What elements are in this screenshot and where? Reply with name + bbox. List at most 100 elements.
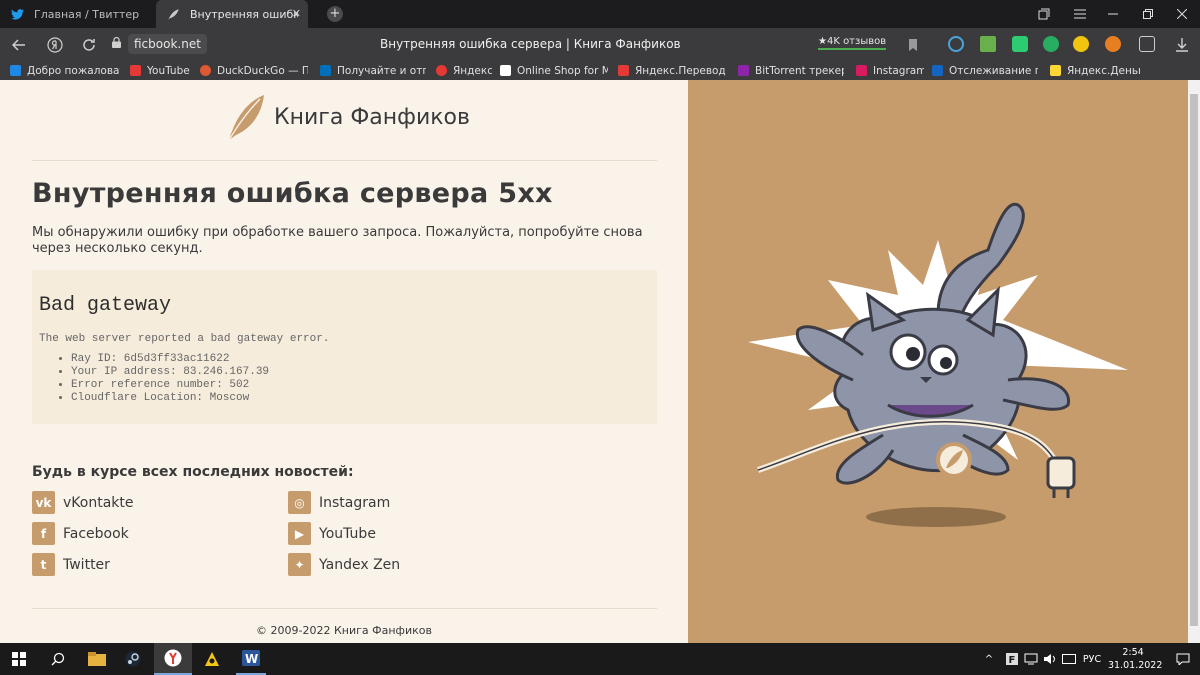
close-tab-icon[interactable]: ✕ [292,7,301,20]
logo-text: Книга Фанфиков [274,104,470,130]
sidebar-icon[interactable] [1139,36,1155,52]
tab-bar: Главная / Твиттер Внутренняя ошибка се ✕… [0,0,1200,28]
content-column: Книга Фанфиков Внутренняя ошибка сервера… [0,80,688,643]
system-clock[interactable]: 2:54 31.01.2022 [1108,646,1163,672]
bookmark-icon[interactable] [905,28,921,61]
tab-label: Главная / Твиттер [34,7,140,21]
yandex-money-icon [1050,65,1061,76]
bookmark-item[interactable]: Instagram [856,63,924,78]
bookmark-item[interactable]: DuckDuckGo — Пр [200,63,308,78]
error-reference: Error reference number: 502 [71,379,269,392]
bookmark-item[interactable]: BitTorrent трекер I [738,63,844,78]
language-indicator[interactable]: РУС [1080,643,1104,675]
yellow-extension-icon[interactable] [1073,36,1089,52]
clock-date: 31.01.2022 [1108,660,1163,671]
notifications-icon[interactable] [1172,643,1194,675]
tab-label: Внутренняя ошибка се [190,7,298,21]
twitter-icon: t [32,553,55,576]
bookmark-item[interactable]: Добро пожаловат [10,63,120,78]
youtube-icon: ▶ [288,522,311,545]
social-link-twitter[interactable]: t Twitter [32,553,110,576]
tray-app-icon[interactable]: F [1004,643,1020,675]
extension-icon[interactable] [948,36,964,52]
error-details: Ray ID: 6d5d3ff33ac11622 Your IP address… [71,353,269,405]
news-heading: Будь в курсе всех последних новостей: [32,464,354,480]
avatar-extension-icon[interactable] [1105,36,1121,52]
error-message: The web server reported a bad gateway er… [39,333,330,345]
back-icon[interactable] [8,28,30,61]
network-icon[interactable] [1023,643,1039,675]
feather-icon [166,7,180,21]
cloudflare-location: Cloudflare Location: Moscow [71,392,269,405]
navigation-bar: ficbook.net Внутренняя ошибка сервера | … [0,28,1200,61]
windows-start-icon[interactable] [8,643,30,675]
page-content: Книга Фанфиков Внутренняя ошибка сервера… [0,80,1188,643]
close-window-icon[interactable] [1172,0,1192,28]
duckduckgo-icon [200,65,211,76]
tracking-icon [932,65,943,76]
instagram-icon: ◎ [288,491,311,514]
new-tab-button[interactable]: + [327,6,343,22]
social-link-youtube[interactable]: ▶ YouTube [288,522,376,545]
social-link-zen[interactable]: ✦ Yandex Zen [288,553,400,576]
vk-icon: vk [32,491,55,514]
social-link-instagram[interactable]: ◎ Instagram [288,491,390,514]
lock-icon [112,37,121,48]
tab-twitter[interactable]: Главная / Твиттер [0,0,155,28]
tray-chevron-icon[interactable]: ^ [982,643,996,675]
bittorrent-icon [738,65,749,76]
footer-divider [32,608,657,609]
ip-address: Your IP address: 83.246.167.39 [71,366,269,379]
svg-text:W: W [245,652,258,666]
ray-id: Ray ID: 6d5d3ff33ac11622 [71,353,269,366]
keyboard-icon[interactable] [1061,643,1077,675]
file-explorer-icon[interactable] [86,643,108,675]
bookmark-item[interactable]: YouTube [130,63,192,78]
volume-icon[interactable] [1042,643,1058,675]
translate-icon [618,65,629,76]
yandex-browser-icon[interactable] [154,643,192,675]
bookmark-item[interactable]: Получайте и отпр [320,63,426,78]
social-link-vk[interactable]: vk vKontakte [32,491,134,514]
illustration-panel [688,80,1188,643]
scrollbar[interactable] [1188,80,1200,643]
download-extension-icon[interactable] [980,36,996,52]
tab-manager-icon[interactable] [1034,0,1054,28]
scrollbar-thumb[interactable] [1190,94,1198,626]
paypal-icon [320,65,331,76]
yandex-logo-icon[interactable] [44,28,66,61]
site-logo[interactable]: Книга Фанфиков [226,93,470,141]
restore-icon[interactable] [1138,0,1158,28]
reload-icon[interactable] [78,28,100,61]
bookmark-item[interactable]: Яндекс [436,63,492,78]
angry-cat-illustration [748,202,1128,527]
bookmark-favicon [10,65,21,76]
app-icon[interactable] [201,643,223,675]
address-bar[interactable]: ficbook.net [128,34,207,54]
shield-extension-icon[interactable] [1012,36,1028,52]
windows-taskbar: W ^ F РУС 2:54 31.01.2022 [0,643,1200,675]
search-icon[interactable] [47,643,69,675]
clock-time: 2:54 [1122,647,1144,658]
shop-icon [500,65,511,76]
svg-text:F: F [1009,655,1016,665]
steam-icon[interactable] [122,643,144,675]
twitter-icon [10,7,24,21]
tab-ficbook[interactable]: Внутренняя ошибка се ✕ [156,0,308,28]
menu-icon[interactable] [1070,0,1090,28]
word-icon[interactable]: W [236,643,266,675]
downloads-icon[interactable] [1172,28,1192,61]
minimize-icon[interactable] [1103,0,1123,28]
green-extension-icon[interactable] [1043,36,1059,52]
bookmark-item[interactable]: Яндекс.Деньги [1050,63,1140,78]
bookmark-item[interactable]: Яндекс.Переводч [618,63,726,78]
bookmark-item[interactable]: Отслеживание по [932,63,1038,78]
reviews-badge[interactable]: ★4K отзывов [818,36,887,50]
page-title-display: Внутренняя ошибка сервера | Книга Фанфик… [380,37,681,51]
error-title: Bad gateway [39,294,172,317]
yandex-icon [436,65,447,76]
bookmark-item[interactable]: Online Shop for M [500,63,608,78]
copyright: © 2009-2022 Книга Фанфиков [256,624,432,637]
social-link-facebook[interactable]: f Facebook [32,522,129,545]
youtube-icon [130,65,141,76]
